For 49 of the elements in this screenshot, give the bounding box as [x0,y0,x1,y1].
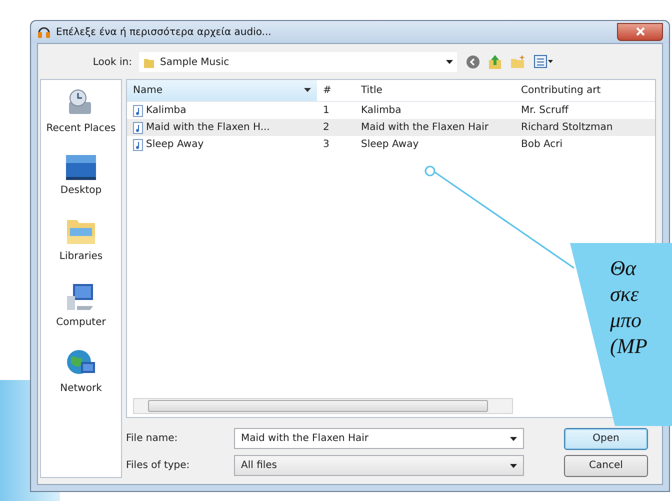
table-cell-text: Maid with the Flaxen H... [146,121,270,135]
open-button[interactable]: Open [564,428,648,450]
close-icon [636,27,644,36]
audio-file-icon [133,104,143,116]
look-in-label: Look in: [92,56,133,70]
dropdown-arrow-icon [510,436,517,440]
dropdown-arrow-icon [446,60,453,64]
file-name-label: File name: [126,432,179,446]
table-cell-text: 1 [323,104,330,118]
audio-file-icon [133,138,143,150]
view-menu-icon[interactable] [534,55,554,69]
place-item[interactable]: Libraries [59,216,103,264]
column-header[interactable]: Name [127,80,317,101]
horizontal-scrollbar[interactable] [133,398,513,414]
place-item[interactable]: Network [60,348,102,396]
table-cell-text: Kalimba [146,104,186,118]
up-folder-icon[interactable] [488,54,502,70]
file-name-field[interactable]: Maid with the Flaxen Hair [234,428,524,449]
place-item[interactable]: Desktop [60,154,102,198]
window-title: Επέλεξε ένα ή περισσότερα αρχεία audio... [56,26,272,40]
desktop-icon [65,154,97,180]
table-cell-text: 3 [323,138,330,152]
place-item[interactable]: Recent Places [46,88,116,136]
column-header[interactable]: # [317,83,355,98]
callout-text: Θα σκε μπο (ΜΡ [610,255,648,359]
audio-file-icon [133,122,143,134]
column-header[interactable]: Title [355,83,515,98]
back-icon[interactable] [466,55,480,69]
table-cell-text: Bob Acri [521,138,563,152]
table-cell-text: Mr. Scruff [521,104,568,118]
table-cell-text: Kalimba [361,104,402,118]
headphones-icon [37,25,51,39]
table-cell-text: Sleep Away [146,138,204,152]
file-row[interactable]: Kalimba 1 Kalimba Mr. Scruff [127,102,655,119]
column-header[interactable]: Contributing art [515,83,655,98]
table-cell-text: 2 [323,121,330,135]
file-row[interactable]: Maid with the Flaxen H... 2 Maid with the Flaxen Hair Richard Stoltzman [127,119,655,136]
caret-icon [304,88,311,92]
file-type-label: Files of type: [126,459,191,473]
table-cell-text: Maid with the Flaxen Hair [361,121,489,135]
table-cell-text: Sleep Away [361,138,419,152]
close-button[interactable] [617,23,663,41]
table-cell-text: Richard Stoltzman [521,121,613,135]
file-row[interactable]: Sleep Away 3 Sleep Away Bob Acri [127,136,655,153]
cancel-button[interactable]: Cancel [564,454,648,476]
look-in-dropdown[interactable]: Sample Music [138,51,458,73]
file-type-dropdown[interactable]: All files [234,455,524,476]
dropdown-arrow-icon [510,464,517,468]
place-item[interactable]: Computer [56,282,106,330]
